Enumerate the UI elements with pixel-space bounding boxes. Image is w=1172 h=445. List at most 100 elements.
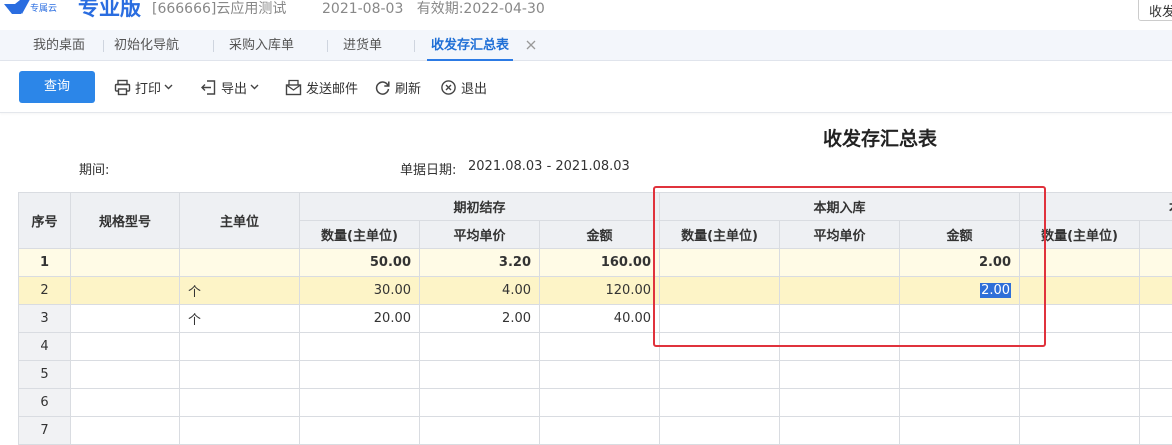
cell-opening-price[interactable] <box>420 389 540 417</box>
cell-outbound-qty[interactable] <box>1020 305 1140 333</box>
cell-inbound-price[interactable] <box>780 361 900 389</box>
cell-inbound-qty[interactable] <box>660 333 780 361</box>
cell-opening-price[interactable] <box>420 361 540 389</box>
cell-unit[interactable] <box>180 389 300 417</box>
cell-inbound-qty[interactable] <box>660 249 780 277</box>
cell-opening-qty[interactable] <box>300 417 420 445</box>
cell-extra[interactable] <box>1140 361 1172 389</box>
col-header-amount[interactable]: 金额 <box>540 221 660 249</box>
cell-inbound-qty[interactable] <box>660 277 780 305</box>
col-header-spec[interactable]: 规格型号 <box>71 193 180 249</box>
cell-extra[interactable] <box>1140 333 1172 361</box>
cell-inbound-price[interactable] <box>780 389 900 417</box>
cell-spec[interactable] <box>71 305 180 333</box>
cell-spec[interactable] <box>71 333 180 361</box>
cell-spec[interactable] <box>71 249 180 277</box>
cell-opening-amount[interactable]: 160.00 <box>540 249 660 277</box>
cell-opening-amount[interactable]: 40.00 <box>540 305 660 333</box>
send-email-button[interactable]: 发送邮件 <box>285 77 358 97</box>
cell-opening-price[interactable] <box>420 333 540 361</box>
cell-opening-qty[interactable] <box>300 389 420 417</box>
cell-opening-price[interactable] <box>420 417 540 445</box>
col-header-qty[interactable]: 数量(主单位) <box>300 221 420 249</box>
table-row[interactable]: 6 <box>19 389 1172 417</box>
cell-inbound-price[interactable] <box>780 417 900 445</box>
print-button[interactable]: 打印 <box>114 77 177 97</box>
export-button[interactable]: 导出 <box>200 77 263 97</box>
table-row[interactable]: 5 <box>19 361 1172 389</box>
cell-inbound-qty[interactable] <box>660 389 780 417</box>
cell-unit[interactable]: 个 <box>180 277 300 305</box>
cell-inbound-amount[interactable] <box>900 305 1020 333</box>
cell-opening-qty[interactable] <box>300 333 420 361</box>
cell-extra[interactable] <box>1140 417 1172 445</box>
cell-spec[interactable] <box>71 389 180 417</box>
cell-unit[interactable] <box>180 333 300 361</box>
cell-opening-price[interactable]: 4.00 <box>420 277 540 305</box>
exit-button[interactable]: 退出 <box>440 77 487 97</box>
cell-outbound-qty[interactable] <box>1020 333 1140 361</box>
cell-inbound-price[interactable] <box>780 249 900 277</box>
cell-inbound-amount[interactable] <box>900 417 1020 445</box>
cell-opening-price[interactable]: 3.20 <box>420 249 540 277</box>
selected-text[interactable]: 2.00 <box>980 283 1011 298</box>
cell-extra[interactable] <box>1140 389 1172 417</box>
refresh-button[interactable]: 刷新 <box>374 77 421 97</box>
cell-opening-qty[interactable]: 30.00 <box>300 277 420 305</box>
cell-inbound-qty[interactable] <box>660 361 780 389</box>
cell-inbound-qty[interactable] <box>660 305 780 333</box>
col-header-price[interactable]: 平均单价 <box>420 221 540 249</box>
cell-opening-qty[interactable]: 20.00 <box>300 305 420 333</box>
cell-unit[interactable]: 个 <box>180 305 300 333</box>
cell-spec[interactable] <box>71 361 180 389</box>
cell-inbound-amount[interactable] <box>900 389 1020 417</box>
cell-extra[interactable] <box>1140 277 1172 305</box>
col-header-price[interactable]: 平均单价 <box>780 221 900 249</box>
query-button[interactable]: 查询 <box>19 71 95 103</box>
cell-outbound-qty[interactable] <box>1020 361 1140 389</box>
tab-purchase-inbound[interactable]: 采购入库单 <box>229 30 294 61</box>
table-row[interactable]: 4 <box>19 333 1172 361</box>
table-row[interactable]: 3 个 20.00 2.00 40.00 <box>19 305 1172 333</box>
table-row[interactable]: 7 <box>19 417 1172 445</box>
cell-inbound-qty[interactable] <box>660 417 780 445</box>
tab-inventory-summary[interactable]: 收发存汇总表 <box>431 30 509 61</box>
close-icon[interactable] <box>524 38 538 52</box>
cell-unit[interactable] <box>180 249 300 277</box>
cell-opening-amount[interactable] <box>540 417 660 445</box>
table-row-selected[interactable]: 2 个 30.00 4.00 120.00 2.00 <box>19 277 1172 305</box>
cell-opening-amount[interactable] <box>540 389 660 417</box>
cell-outbound-qty[interactable] <box>1020 277 1140 305</box>
cell-inbound-amount[interactable]: 2.00 <box>900 249 1020 277</box>
cell-outbound-qty[interactable] <box>1020 417 1140 445</box>
cell-inbound-amount[interactable] <box>900 333 1020 361</box>
cell-opening-amount[interactable] <box>540 333 660 361</box>
col-header-amount[interactable]: 金额 <box>900 221 1020 249</box>
col-header-qty[interactable]: 数量(主单位) <box>1020 221 1140 249</box>
tab-my-desktop[interactable]: 我的桌面 <box>33 30 85 61</box>
cell-inbound-price[interactable] <box>780 333 900 361</box>
cell-inbound-price[interactable] <box>780 277 900 305</box>
table-row[interactable]: 1 50.00 3.20 160.00 2.00 <box>19 249 1172 277</box>
cell-opening-amount[interactable] <box>540 361 660 389</box>
cell-unit[interactable] <box>180 417 300 445</box>
tab-init-guide[interactable]: 初始化导航 <box>114 30 179 61</box>
cell-opening-price[interactable]: 2.00 <box>420 305 540 333</box>
cell-opening-qty[interactable] <box>300 361 420 389</box>
cell-spec[interactable] <box>71 417 180 445</box>
tab-purchase-order[interactable]: 进货单 <box>343 30 382 61</box>
col-header-extra[interactable] <box>1140 221 1172 249</box>
cell-extra[interactable] <box>1140 305 1172 333</box>
header-right-button[interactable]: 收发 <box>1138 0 1172 21</box>
cell-outbound-qty[interactable] <box>1020 249 1140 277</box>
cell-inbound-amount[interactable] <box>900 361 1020 389</box>
cell-opening-amount[interactable]: 120.00 <box>540 277 660 305</box>
col-header-qty[interactable]: 数量(主单位) <box>660 221 780 249</box>
cell-spec[interactable] <box>71 277 180 305</box>
col-header-unit[interactable]: 主单位 <box>180 193 300 249</box>
cell-inbound-price[interactable] <box>780 305 900 333</box>
cell-inbound-amount[interactable]: 2.00 <box>900 277 1020 305</box>
cell-outbound-qty[interactable] <box>1020 389 1140 417</box>
cell-extra[interactable] <box>1140 249 1172 277</box>
col-header-seq[interactable]: 序号 <box>19 193 71 249</box>
